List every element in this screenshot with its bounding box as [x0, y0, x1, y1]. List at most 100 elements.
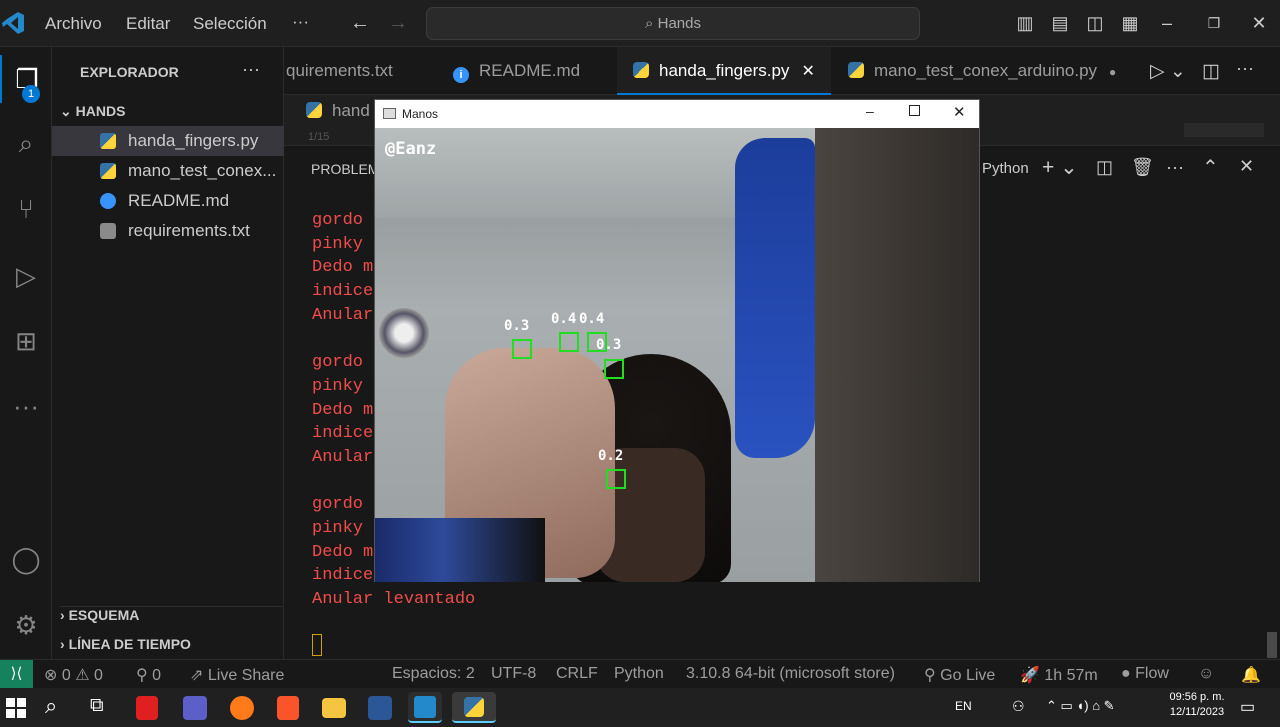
fingertip-box [512, 339, 532, 359]
close-tab-icon[interactable]: ✕ [801, 63, 814, 80]
source-control-icon[interactable]: ⑂ [0, 185, 52, 233]
tab-readme[interactable]: i README.md [439, 47, 614, 95]
manos-window[interactable]: Manos – ✕ @Eanz 0.3 0.4 0.4 0.3 0.2 [374, 99, 980, 582]
word-icon[interactable] [368, 696, 392, 720]
file-item[interactable]: mano_test_conex... [52, 156, 284, 186]
encoding[interactable]: UTF-8 [491, 665, 536, 683]
outline-section[interactable]: › ESQUEMA [60, 606, 284, 623]
tab-mano-test[interactable]: mano_test_conex_arduino.py ● [834, 47, 1129, 95]
action-center-icon[interactable]: ▭ [1240, 697, 1255, 717]
teams-icon[interactable] [183, 696, 207, 720]
wakatime[interactable]: 🚀 1h 57m [1020, 665, 1098, 685]
fingertip-box [604, 359, 624, 379]
problems-count[interactable]: ⊗ 0 ⚠ 0 [44, 665, 103, 685]
flow[interactable]: ● Flow [1121, 665, 1169, 683]
ports-count[interactable]: ⚲ 0 [136, 665, 161, 685]
manos-title: Manos [402, 107, 439, 121]
line-ending[interactable]: CRLF [556, 665, 598, 683]
taskbar-search-icon[interactable]: ⌕ [45, 693, 57, 719]
clothes [375, 518, 545, 582]
language-mode[interactable]: Python [614, 665, 664, 683]
close-icon[interactable]: ✕ [953, 103, 966, 121]
close-panel-icon[interactable]: ✕ [1239, 156, 1254, 177]
minimap[interactable] [1184, 123, 1264, 137]
file-item[interactable]: README.md [52, 186, 284, 216]
maximize-panel-icon[interactable]: ⌃ [1202, 155, 1219, 180]
menu-selection[interactable]: Selección [193, 14, 267, 34]
menu-more[interactable]: ··· [292, 12, 309, 32]
watermark-text: @Eanz [385, 139, 437, 159]
menu-file[interactable]: Archivo [45, 14, 102, 34]
toggle-panel-icon[interactable]: ▤ [1049, 12, 1071, 34]
terminal-scrollbar[interactable] [1267, 632, 1277, 658]
editor-more-icon[interactable]: ··· [1236, 58, 1254, 79]
forward-arrow-icon[interactable]: → [388, 12, 408, 35]
app-icon-a[interactable] [136, 696, 158, 720]
breadcrumb[interactable]: hand [306, 101, 370, 121]
explorer-sidebar: EXPLORADOR ··· ⌄ HANDS handa_fingers.py … [52, 47, 284, 659]
minimize-icon[interactable]: – [866, 103, 874, 119]
trash-icon[interactable]: 🗑 [1131, 157, 1154, 178]
remote-icon[interactable]: ⟩⟨ [0, 660, 33, 688]
toggle-sidebar-icon[interactable]: ▥ [1014, 12, 1036, 34]
split-terminal-icon[interactable]: ◫ [1096, 157, 1113, 178]
manos-title-bar[interactable]: Manos – ✕ [375, 100, 979, 128]
run-debug-icon[interactable]: ▷ [0, 252, 52, 300]
live-share[interactable]: ⇗ Live Share [190, 665, 284, 685]
copilot-icon[interactable]: ☺ [1198, 665, 1214, 683]
split-editor-icon[interactable]: ◫ [1202, 60, 1220, 83]
windows-start-icon[interactable] [6, 698, 26, 718]
vscode-taskbar-icon[interactable] [408, 692, 442, 723]
notifications-bell-icon[interactable]: 🔔 [1241, 665, 1261, 685]
finger-score: 0.3 [504, 318, 530, 334]
firefox-icon[interactable] [230, 696, 254, 720]
tab-problems[interactable]: PROBLEM [311, 161, 379, 177]
python-taskbar-icon[interactable] [452, 692, 496, 723]
file-item[interactable]: requirements.txt [52, 216, 284, 246]
people-icon[interactable]: ⚇ [1012, 698, 1025, 715]
activity-bar: ❐ 1 ⌕ ⑂ ▷ ⊞ ··· ◯ ⚙ [0, 47, 52, 659]
clock[interactable]: 09:56 p. m. 12/11/2023 [1168, 691, 1226, 718]
tray-icons[interactable]: ⌃ ▭ ◖) ⌂ ✎ [1046, 698, 1115, 714]
extensions-icon[interactable]: ⊞ [0, 317, 52, 365]
more-views-icon[interactable]: ··· [0, 382, 52, 430]
close-window-icon[interactable]: ✕ [1248, 12, 1270, 34]
back-arrow-icon[interactable]: ← [350, 12, 370, 35]
restore-icon[interactable]: ❐ [1203, 12, 1225, 34]
python-icon [633, 62, 649, 78]
maximize-icon[interactable] [909, 105, 920, 116]
explorer-more-button[interactable]: ··· [242, 59, 260, 80]
camera-feed: @Eanz 0.3 0.4 0.4 0.3 0.2 [375, 128, 979, 582]
folder-hands[interactable]: ⌄ HANDS [60, 103, 125, 120]
toggle-secondary-sidebar-icon[interactable]: ◫ [1084, 12, 1106, 34]
account-icon[interactable]: ◯ [0, 535, 52, 583]
timeline-section[interactable]: › LÍNEA DE TIEMPO [60, 636, 191, 652]
run-icon[interactable]: ▷ ⌄ [1150, 60, 1186, 83]
indent-spaces[interactable]: Espacios: 2 [392, 665, 475, 683]
brave-icon[interactable] [277, 696, 299, 720]
search-icon[interactable]: ⌕ [0, 119, 52, 167]
task-view-icon[interactable]: ⧉ [90, 695, 104, 717]
language-indicator[interactable]: EN [955, 699, 972, 713]
ceiling-light [379, 308, 429, 358]
tab-handa-fingers[interactable]: handa_fingers.py ✕ [617, 47, 831, 95]
file-item[interactable]: handa_fingers.py [52, 126, 284, 156]
unsaved-dot-icon[interactable]: ● [1109, 65, 1116, 79]
settings-gear-icon[interactable]: ⚙ [0, 601, 52, 649]
text-file-icon [100, 223, 116, 239]
customize-layout-icon[interactable]: ▦ [1119, 12, 1141, 34]
command-search[interactable]: ⌕ Hands [426, 7, 920, 40]
go-live[interactable]: ⚲ Go Live [924, 665, 995, 685]
terminal-shell-label[interactable]: Python [982, 160, 1029, 177]
python-interpreter[interactable]: 3.10.8 64-bit (microsoft store) [686, 665, 895, 683]
windows-taskbar: ⌕ ⧉ EN ⚇ ⌃ ▭ ◖) ⌂ ✎ 09:56 p. m. 12/11/202… [0, 688, 1280, 727]
minimize-icon[interactable]: – [1156, 12, 1178, 34]
panel-more-icon[interactable]: ··· [1166, 157, 1184, 178]
file-explorer-icon[interactable] [322, 698, 346, 718]
python-icon [100, 163, 116, 179]
menu-edit[interactable]: Editar [126, 14, 170, 34]
line-info: 1/15 [308, 131, 330, 143]
new-terminal-icon[interactable]: + ⌄ [1042, 155, 1078, 180]
tab-requirements[interactable]: quirements.txt [284, 47, 434, 95]
fingertip-box [606, 469, 626, 489]
